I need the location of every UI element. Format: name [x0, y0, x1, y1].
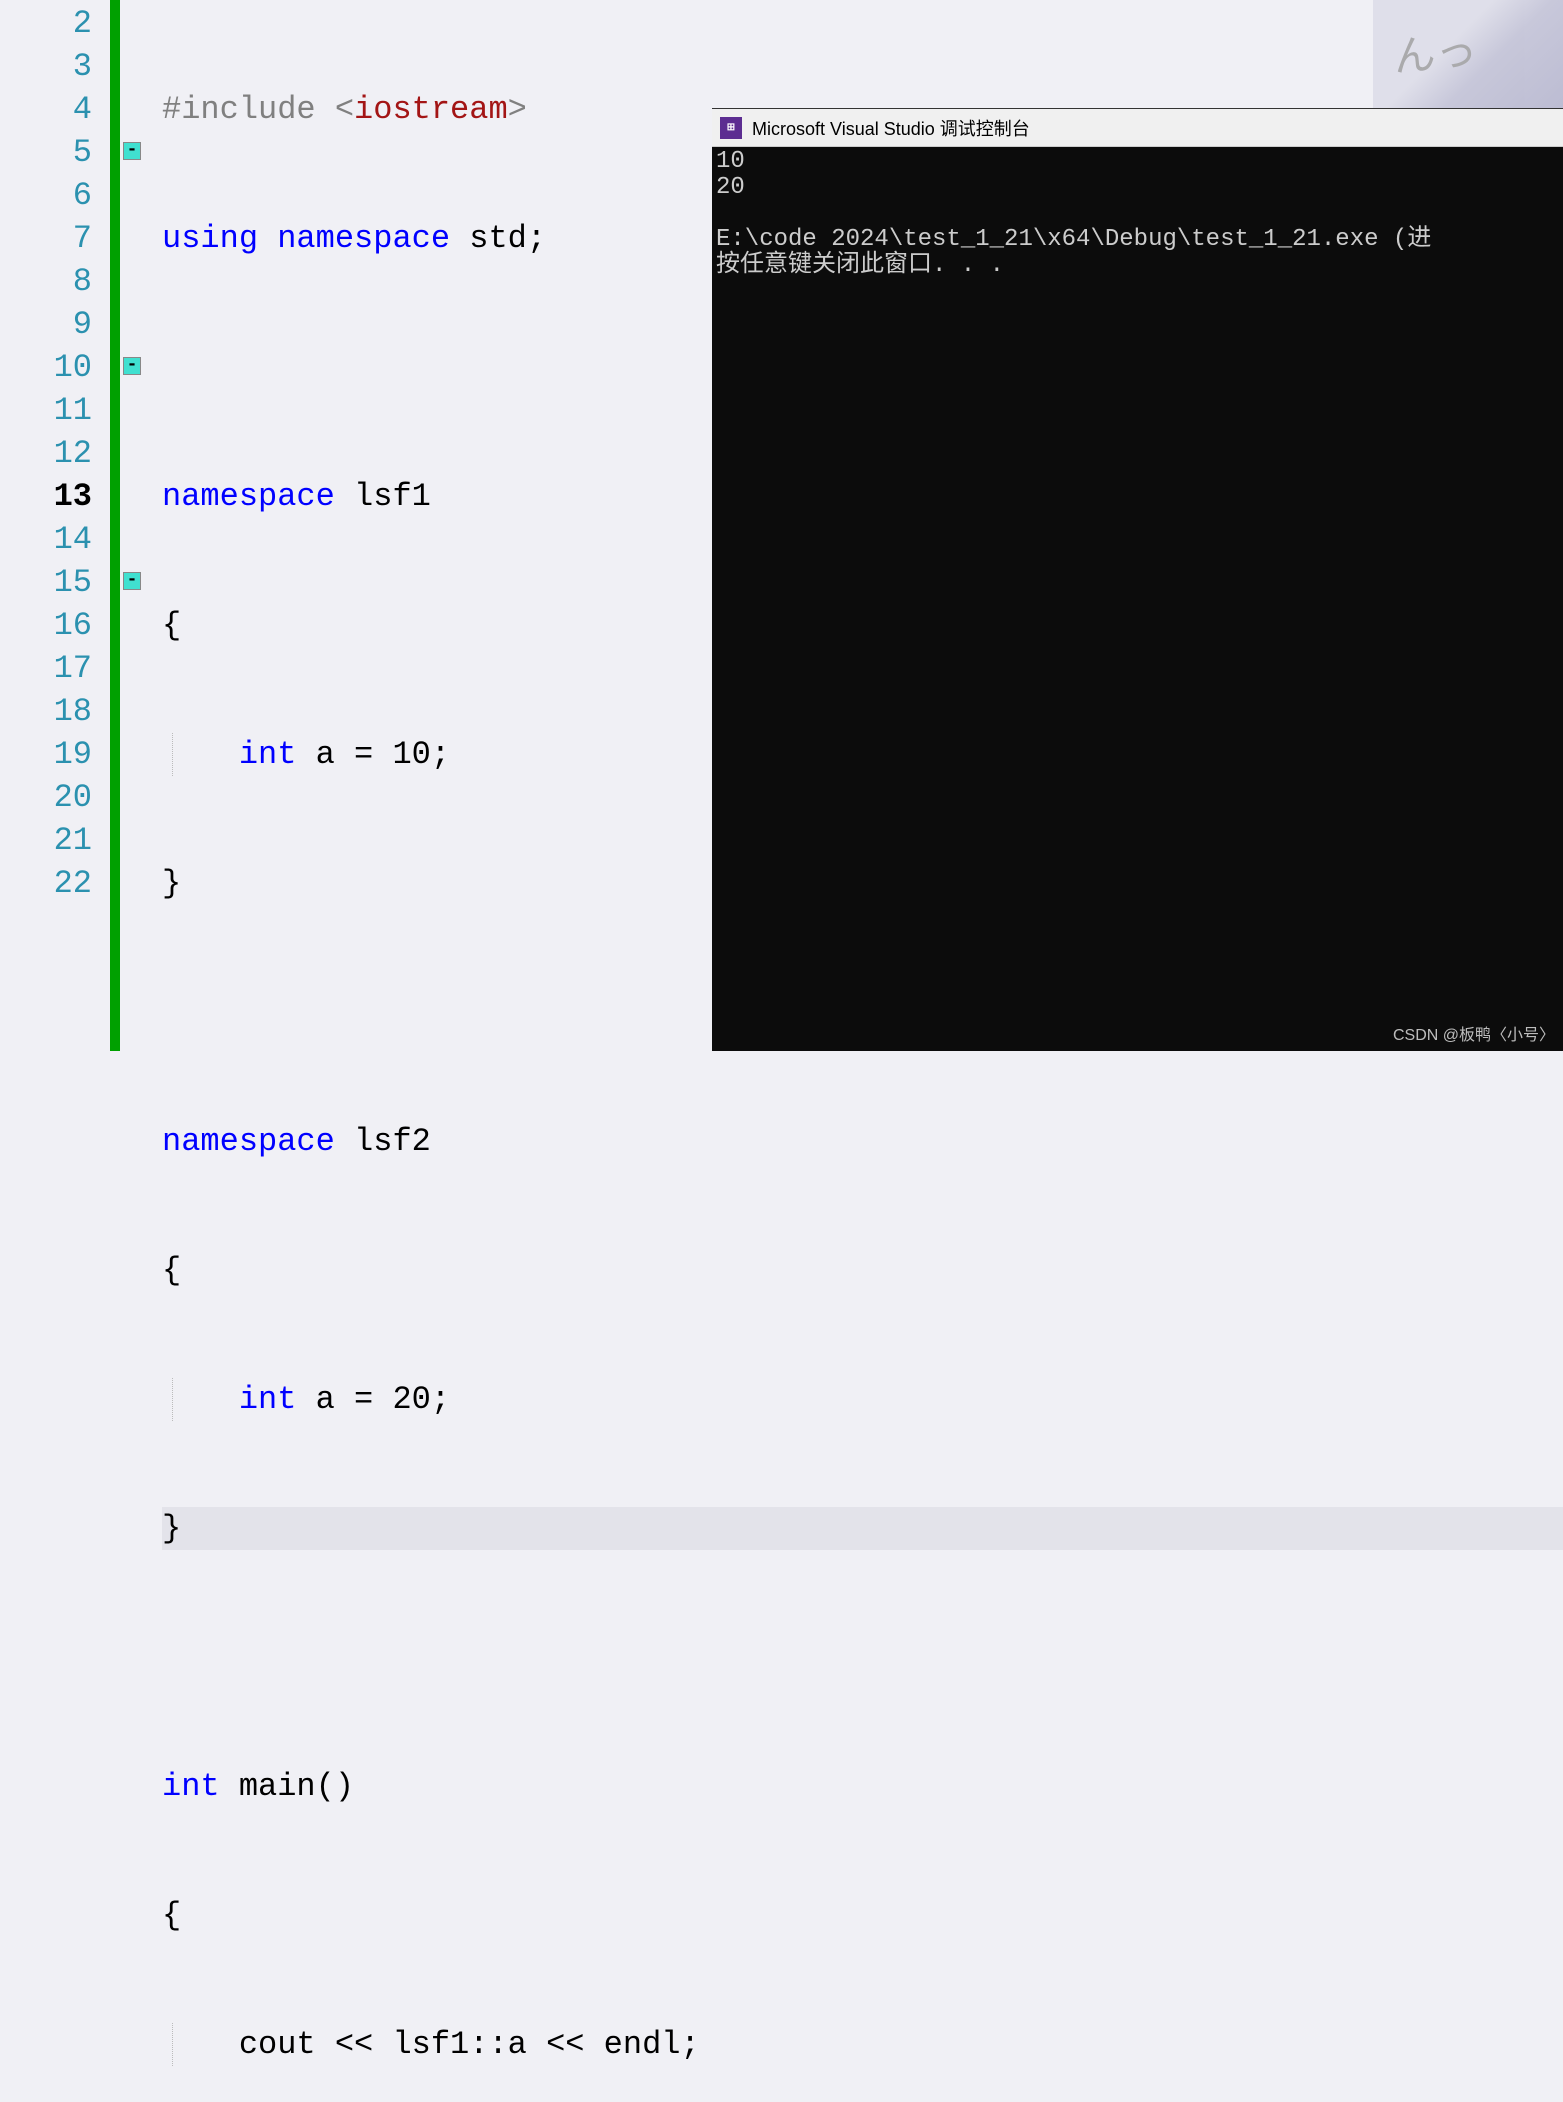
line-number: 14 — [0, 518, 92, 561]
debug-console-window[interactable]: ⊞ Microsoft Visual Studio 调试控制台 10 20 E:… — [712, 108, 1563, 1051]
line-number: 12 — [0, 432, 92, 475]
code-line: { — [162, 1249, 1563, 1292]
line-number: 21 — [0, 819, 92, 862]
line-number: 9 — [0, 303, 92, 346]
code-line-current: } — [162, 1507, 1563, 1550]
line-number: 7 — [0, 217, 92, 260]
line-number: 5 — [0, 131, 92, 174]
visual-studio-icon: ⊞ — [720, 117, 742, 139]
line-number: 8 — [0, 260, 92, 303]
line-number: 16 — [0, 604, 92, 647]
line-number: 3 — [0, 45, 92, 88]
output-line: 20 — [716, 174, 745, 201]
code-line — [162, 1636, 1563, 1679]
line-number: 20 — [0, 776, 92, 819]
code-line: namespace lsf2 — [162, 1120, 1563, 1163]
line-number: 2 — [0, 2, 92, 45]
console-output[interactable]: 10 20 E:\code 2024\test_1_21\x64\Debug\t… — [712, 147, 1563, 281]
console-titlebar[interactable]: ⊞ Microsoft Visual Studio 调试控制台 — [712, 109, 1563, 147]
line-number: 19 — [0, 733, 92, 776]
line-number: 17 — [0, 647, 92, 690]
output-line: 10 — [716, 148, 745, 175]
line-number-current: 13 — [0, 475, 92, 518]
line-number-gutter: 2 3 4 5 6 7 8 9 10 11 12 13 14 15 16 17 … — [0, 0, 110, 1051]
line-number: 6 — [0, 174, 92, 217]
line-number: 18 — [0, 690, 92, 733]
code-line: cout << lsf1::a << endl; — [162, 2023, 1563, 2066]
line-number: 10 — [0, 346, 92, 389]
line-number: 4 — [0, 88, 92, 131]
watermark-text: CSDN @板鸭〈小号〉 — [1393, 1021, 1555, 1045]
line-number: 15 — [0, 561, 92, 604]
fold-toggle-icon[interactable]: - — [123, 357, 141, 375]
code-line: { — [162, 1894, 1563, 1937]
fold-column: - - - — [120, 0, 142, 1051]
fold-toggle-icon[interactable]: - — [123, 572, 141, 590]
change-indicator-bar — [110, 0, 120, 1051]
code-line: int main() — [162, 1765, 1563, 1808]
line-number: 11 — [0, 389, 92, 432]
output-path: E:\code 2024\test_1_21\x64\Debug\test_1_… — [716, 226, 1431, 253]
line-number: 22 — [0, 862, 92, 905]
console-title: Microsoft Visual Studio 调试控制台 — [752, 115, 1030, 141]
output-prompt: 按任意键关闭此窗口. . . — [716, 252, 1004, 279]
fold-toggle-icon[interactable]: - — [123, 142, 141, 160]
code-line: int a = 20; — [162, 1378, 1563, 1421]
